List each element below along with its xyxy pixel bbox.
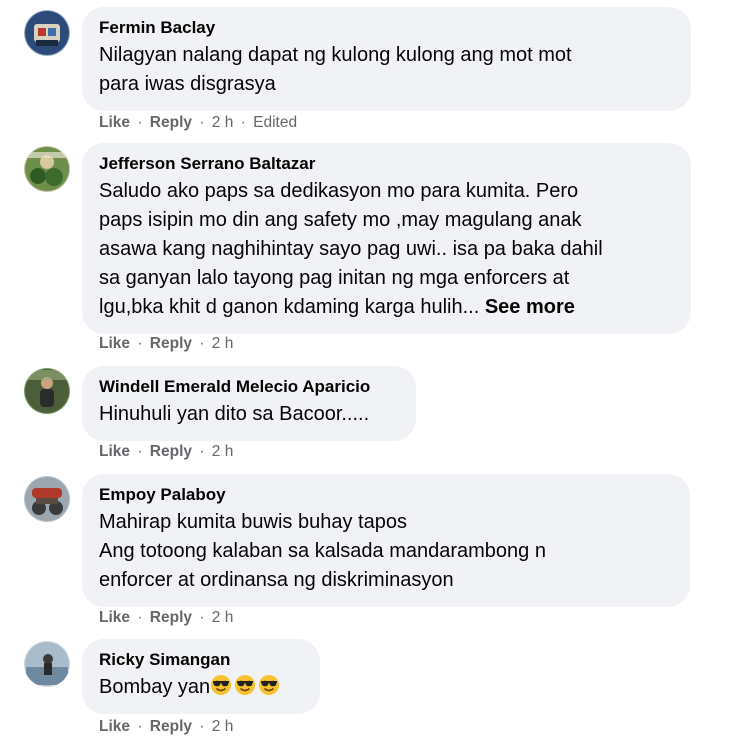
see-more-link[interactable]: See more — [485, 296, 575, 318]
comment-text: Nilagyan nalang dapat ng kulong kulong a… — [99, 44, 572, 95]
avatar-image-icon — [24, 476, 70, 522]
reply-button[interactable]: Reply — [150, 443, 192, 460]
comment-actions: Like · Reply · 2 h — [99, 335, 234, 352]
comment-timestamp[interactable]: 2 h — [212, 718, 234, 735]
comment-actions: Like · Reply · 2 h — [99, 609, 234, 626]
comment-actions: Like · Reply · 2 h — [99, 443, 234, 460]
comment-author[interactable]: Jefferson Serrano Baltazar — [99, 153, 673, 175]
edited-label: Edited — [253, 114, 298, 131]
comment-text: Mahirap kumita buwis buhay tapos Ang tot… — [99, 511, 546, 591]
comment-author[interactable]: Ricky Simangan — [99, 649, 302, 671]
smiling-face-with-sunglasses-icon — [211, 675, 232, 695]
avatar-image-icon — [24, 641, 70, 687]
comment-bubble: Empoy Palaboy Mahirap kumita buwis buhay… — [82, 474, 690, 607]
comment-bubble: Ricky Simangan Bombay yan — [82, 639, 320, 714]
smiling-face-with-sunglasses-icon — [259, 675, 280, 695]
like-button[interactable]: Like — [99, 443, 130, 460]
reply-button[interactable]: Reply — [150, 335, 192, 352]
avatar[interactable] — [24, 368, 70, 414]
comment-author[interactable]: Fermin Baclay — [99, 17, 673, 39]
comment-timestamp[interactable]: 2 h — [212, 609, 234, 626]
emoji-group — [210, 675, 282, 698]
avatar[interactable] — [24, 146, 70, 192]
reply-button[interactable]: Reply — [150, 718, 192, 735]
comment-timestamp[interactable]: 2 h — [212, 335, 234, 352]
comment-actions: Like · Reply · 2 h · Edited — [99, 114, 298, 131]
like-button[interactable]: Like — [99, 335, 130, 352]
smiling-face-with-sunglasses-icon — [235, 675, 256, 695]
reply-button[interactable]: Reply — [150, 609, 192, 626]
comment-actions: Like · Reply · 2 h — [99, 718, 234, 735]
avatar-image-icon — [24, 146, 70, 192]
comment-bubble: Windell Emerald Melecio Aparicio Hinuhul… — [82, 366, 416, 441]
comment-bubble: Fermin Baclay Nilagyan nalang dapat ng k… — [82, 7, 691, 111]
avatar[interactable] — [24, 476, 70, 522]
like-button[interactable]: Like — [99, 114, 130, 131]
comment-text: Bombay yan — [99, 673, 302, 702]
comment-timestamp[interactable]: 2 h — [212, 114, 234, 131]
comment-author[interactable]: Windell Emerald Melecio Aparicio — [99, 376, 398, 398]
avatar-image-icon — [24, 368, 70, 414]
comment-bubble: Jefferson Serrano Baltazar Saludo ako pa… — [82, 143, 691, 334]
avatar[interactable] — [24, 10, 70, 56]
avatar-image-icon — [24, 10, 70, 56]
comment-text: Saludo ako paps sa dedikasyon mo para ku… — [99, 180, 603, 318]
comment-author[interactable]: Empoy Palaboy — [99, 484, 672, 506]
reply-button[interactable]: Reply — [150, 114, 192, 131]
like-button[interactable]: Like — [99, 718, 130, 735]
avatar[interactable] — [24, 641, 70, 687]
comment-timestamp[interactable]: 2 h — [212, 443, 234, 460]
like-button[interactable]: Like — [99, 609, 130, 626]
comment-text: Hinuhuli yan dito sa Bacoor..... — [99, 403, 370, 425]
